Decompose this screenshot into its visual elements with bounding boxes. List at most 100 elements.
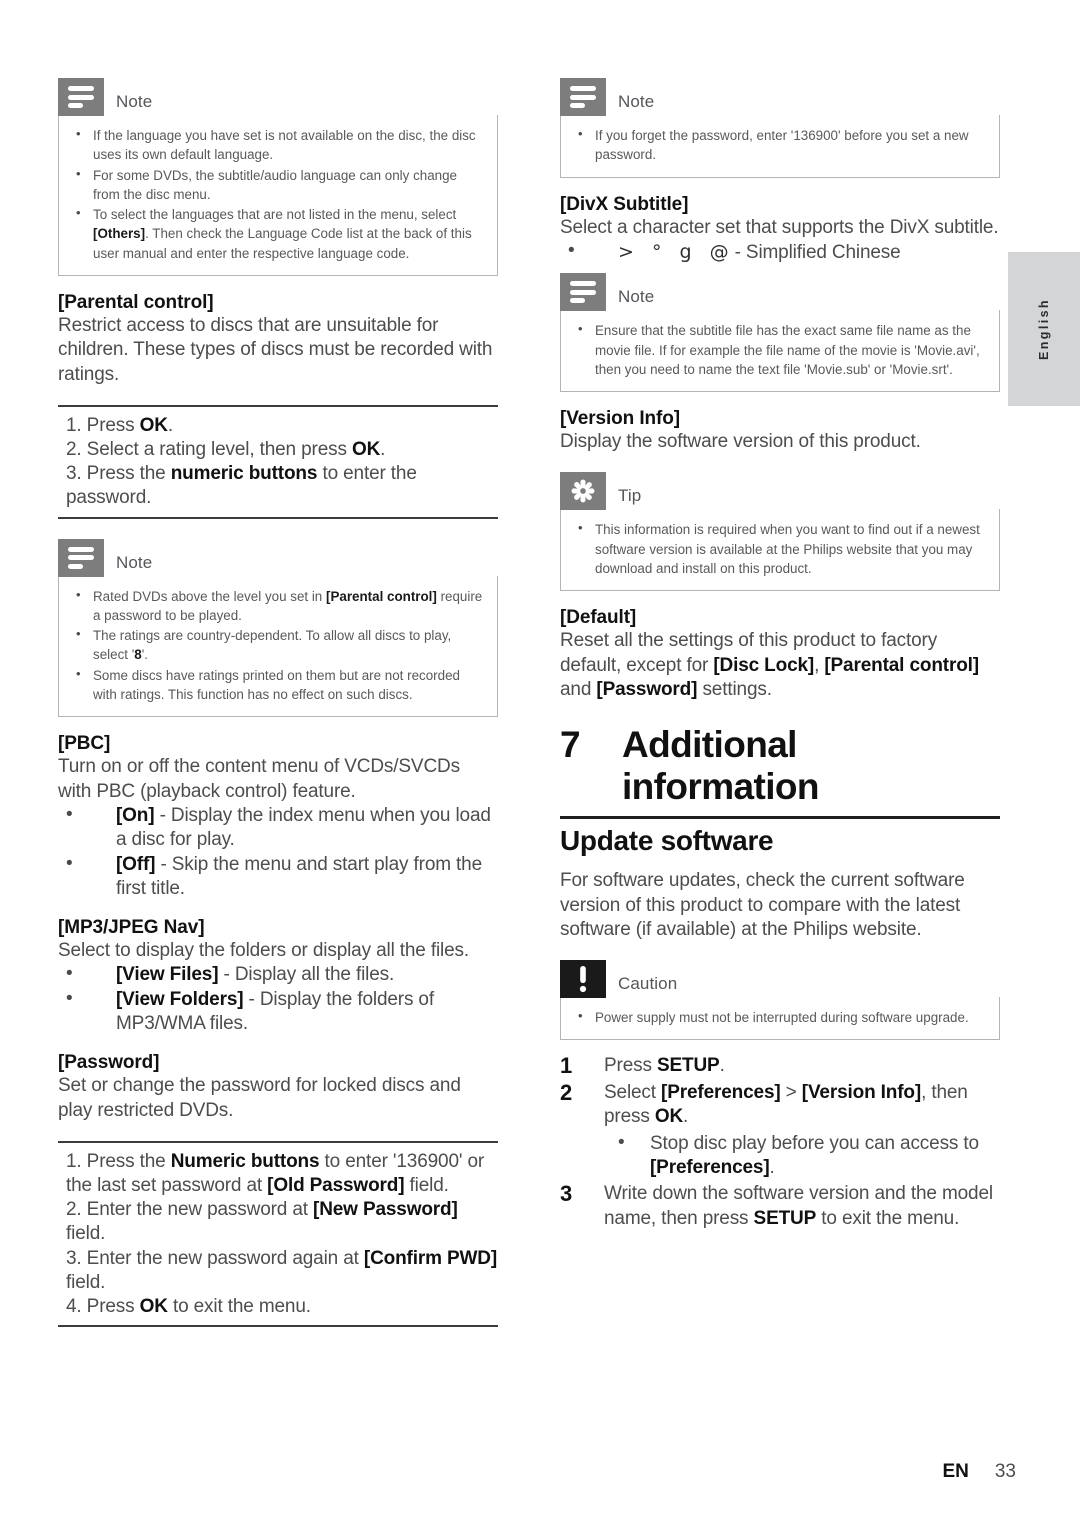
callout-body: If the language you have set is not avai…	[58, 115, 498, 277]
step-text: Select [Preferences] > [Version Info], t…	[604, 1081, 1000, 1180]
callout-title: Note	[116, 92, 153, 111]
option-label: [On]	[116, 804, 155, 826]
step-item: 3. Press the numeric buttons to enter th…	[66, 463, 417, 509]
note-icon	[560, 273, 606, 312]
list-item: For some DVDs, the subtitle/audio langua…	[69, 165, 483, 205]
step-item: 1 Press SETUP.	[560, 1054, 1000, 1079]
step-text: Press SETUP.	[604, 1055, 725, 1077]
callout-header: Tip	[560, 472, 1000, 511]
step-number: 3	[560, 1181, 573, 1207]
mp3-jpeg-nav-heading: [MP3/JPEG Nav]	[58, 917, 205, 939]
option-label: > ° g @	[618, 240, 735, 263]
callout-title: Note	[116, 552, 153, 572]
parental-control-heading: [Parental control]	[58, 292, 214, 314]
pbc-heading: [PBC]	[58, 733, 111, 755]
list-item: To select the languages that are not lis…	[69, 204, 483, 263]
step-item: 3. Enter the new password again at [Conf…	[66, 1247, 498, 1293]
divx-subtitle-body: Select a character set that supports the…	[560, 216, 999, 238]
version-info-body: Display the software version of this pro…	[560, 431, 921, 453]
substep-list: Stop disc play before you can access to …	[604, 1131, 1000, 1181]
footer-locale: EN	[942, 1461, 969, 1482]
callout-header: Note	[560, 78, 1000, 116]
caution-power-callout: Caution Power supply must not be interru…	[560, 960, 1000, 1041]
update-steps: 1 Press SETUP. 2 Select [Preferences] > …	[560, 1054, 1000, 1231]
list-item: Some discs have ratings printed on them …	[69, 665, 483, 705]
page-footer: EN 33	[942, 1461, 1016, 1483]
language-side-tab: English	[1008, 252, 1080, 406]
callout-body: Power supply must not be interrupted dur…	[560, 997, 1000, 1041]
list-item: The ratings are country-dependent. To al…	[69, 625, 483, 665]
list-item: Stop disc play before you can access to …	[604, 1131, 1000, 1181]
note-ratings-callout: Note Rated DVDs above the level you set …	[58, 538, 498, 718]
note-forgot-password-callout: Note If you forget the password, enter '…	[560, 78, 1000, 178]
step-item: 3 Write down the software version and th…	[560, 1182, 1000, 1231]
version-info-heading: [Version Info]	[560, 408, 680, 430]
note-icon	[560, 78, 606, 116]
list-item: If the language you have set is not avai…	[69, 125, 483, 165]
left-column: Note If the language you have set is not…	[58, 78, 498, 1327]
option-label: [Off]	[116, 853, 156, 875]
password-steps: 1. Press the Numeric buttons to enter '1…	[58, 1141, 498, 1327]
list-item: Power supply must not be interrupted dur…	[571, 1007, 985, 1027]
divx-subtitle-heading: [DivX Subtitle]	[560, 193, 689, 215]
note-language-callout: Note If the language you have set is not…	[58, 78, 498, 277]
callout-body: This information is required when you wa…	[560, 509, 1000, 592]
tip-version-callout: Tip This information is required when yo…	[560, 472, 1000, 592]
pbc-options: [On] - Display the index menu when you l…	[58, 803, 498, 902]
footer-page-number: 33	[994, 1461, 1016, 1482]
callout-body: Ensure that the subtitle file has the ex…	[560, 310, 1000, 393]
callout-header: Caution	[560, 960, 1000, 999]
step-text: Write down the software version and the …	[604, 1183, 993, 1229]
callout-header: Note	[560, 273, 1000, 312]
note-icon	[58, 78, 104, 116]
update-software-heading: Update software	[560, 825, 774, 857]
default-body: Reset all the settings of this product t…	[560, 630, 979, 700]
list-item: Rated DVDs above the level you set in [P…	[69, 586, 483, 626]
pbc-body: Turn on or off the content menu of VCDs/…	[58, 756, 460, 802]
option-text: - Display all the files.	[218, 964, 395, 986]
update-software-body: For software updates, check the current …	[560, 870, 965, 940]
option-label: [View Files]	[116, 964, 219, 986]
note-subtitle-file-callout: Note Ensure that the subtitle file has t…	[560, 273, 1000, 393]
callout-title: Tip	[618, 486, 642, 506]
list-item: [View Files] - Display all the files.	[58, 962, 498, 987]
option-text: - Display the index menu when you load a…	[116, 804, 491, 851]
list-item: [Off] - Skip the menu and start play fro…	[58, 852, 498, 902]
mp3-jpeg-nav-body: Select to display the folders or display…	[58, 940, 470, 962]
step-number: 1	[560, 1053, 573, 1079]
callout-body: Rated DVDs above the level you set in [P…	[58, 575, 498, 718]
mp3-jpeg-nav-options: [View Files] - Display all the files. [V…	[58, 962, 498, 1037]
note-icon	[58, 538, 104, 577]
list-item: [On] - Display the index menu when you l…	[58, 803, 498, 853]
step-item: 2. Select a rating level, then press OK.	[66, 439, 386, 461]
list-item: Ensure that the subtitle file has the ex…	[571, 320, 985, 379]
step-item: 1. Press OK.	[66, 415, 173, 437]
step-item: 1. Press the Numeric buttons to enter '1…	[66, 1151, 485, 1197]
parental-control-body: Restrict access to discs that are unsuit…	[58, 315, 493, 385]
step-item: 2 Select [Preferences] > [Version Info],…	[560, 1080, 1000, 1180]
callout-body: If you forget the password, enter '13690…	[560, 115, 1000, 178]
list-item: [View Folders] - Display the folders of …	[58, 987, 498, 1037]
password-body: Set or change the password for locked di…	[58, 1075, 461, 1121]
step-item: 4. Press OK to exit the menu.	[66, 1295, 311, 1317]
step-item: 2. Enter the new password at [New Passwo…	[66, 1199, 458, 1245]
chapter-title: Additional information	[622, 724, 819, 808]
callout-title: Note	[618, 287, 655, 307]
parental-control-steps: 1. Press OK. 2. Select a rating level, t…	[58, 405, 498, 519]
list-item: This information is required when you wa…	[571, 519, 985, 578]
callout-title: Caution	[618, 974, 678, 994]
default-heading: [Default]	[560, 607, 637, 629]
divx-subtitle-options: > ° g @- Simplified Chinese	[560, 239, 1000, 265]
caution-exclamation-icon	[560, 960, 606, 999]
option-text: - Simplified Chinese	[734, 241, 901, 263]
right-column: Note If you forget the password, enter '…	[560, 78, 1000, 1233]
list-item: If you forget the password, enter '13690…	[571, 125, 985, 165]
divider	[560, 816, 1000, 820]
option-label: [View Folders]	[116, 988, 244, 1010]
manual-page: Note If the language you have set is not…	[0, 0, 1080, 1527]
callout-header: Note	[58, 538, 498, 577]
chapter-number: 7	[560, 724, 581, 766]
language-side-tab-label: English	[1037, 298, 1051, 360]
list-item: > ° g @- Simplified Chinese	[560, 239, 1000, 265]
callout-title: Note	[618, 92, 655, 111]
